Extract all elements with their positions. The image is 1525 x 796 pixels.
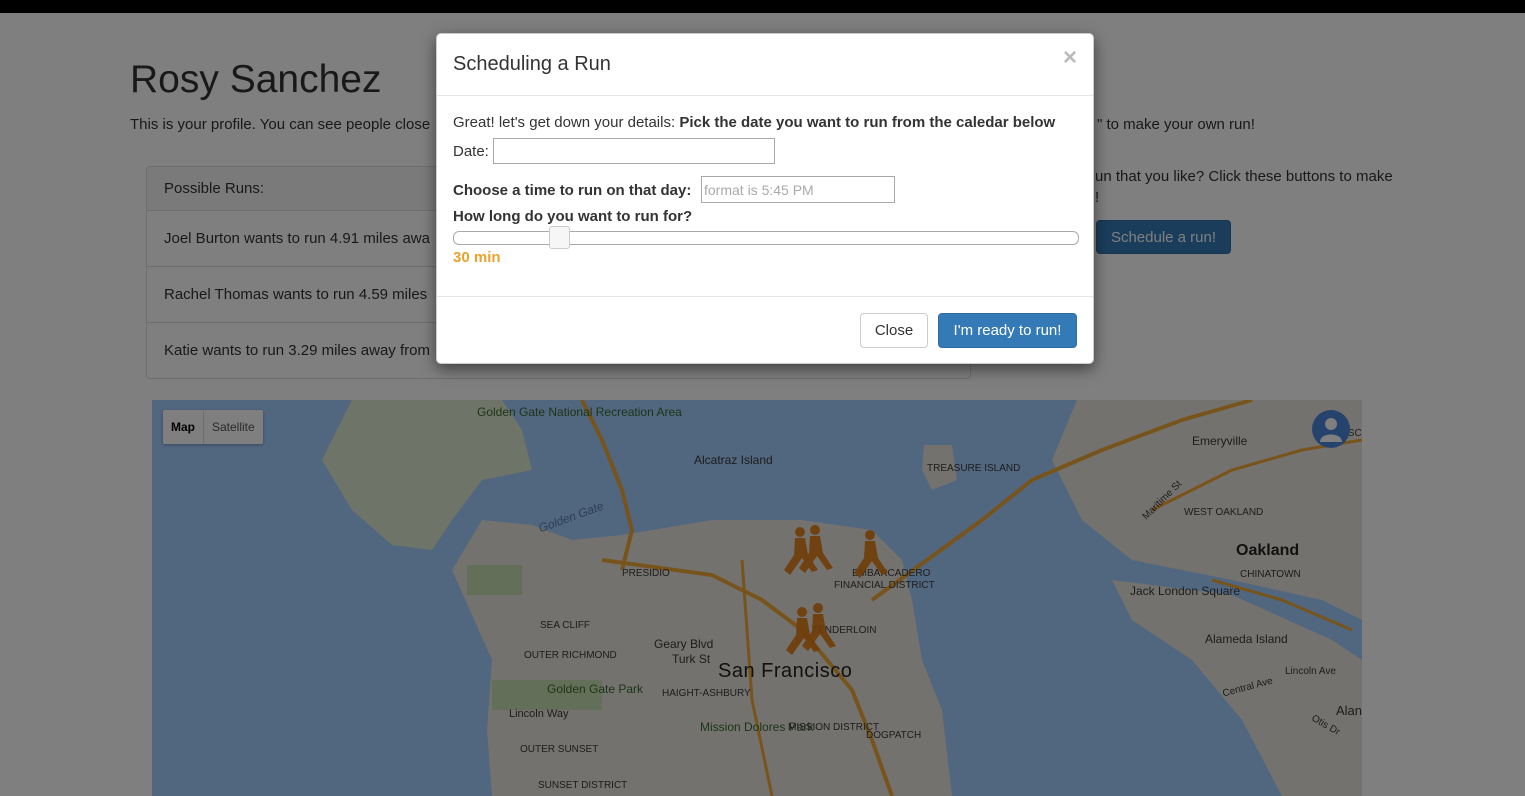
date-input[interactable] [493,138,775,164]
modal-footer: Close I'm ready to run! [437,296,1093,364]
modal-intro: Great! let's get down your details: Pick… [453,114,1055,131]
duration-slider-handle[interactable] [549,226,570,249]
date-label: Date: [453,143,489,160]
duration-label: How long do you want to run for? [453,208,693,225]
modal-title: Scheduling a Run [453,53,611,75]
duration-slider[interactable] [453,226,1079,249]
time-label: Choose a time to run on that day: [453,182,692,199]
time-input[interactable] [701,176,895,203]
duration-value: 30 min [453,249,501,266]
close-button[interactable]: Close [860,313,928,348]
schedule-run-modal: Scheduling a Run × Great! let's get down… [436,33,1094,364]
modal-header: Scheduling a Run × [437,34,1093,96]
ready-to-run-button[interactable]: I'm ready to run! [938,313,1077,348]
modal-body: Great! let's get down your details: Pick… [453,95,1079,296]
modal-intro-bold: Pick the date you want to run from the c… [679,114,1056,131]
modal-intro-text: Great! let's get down your details: [453,114,680,131]
close-icon[interactable]: × [1063,46,1077,70]
